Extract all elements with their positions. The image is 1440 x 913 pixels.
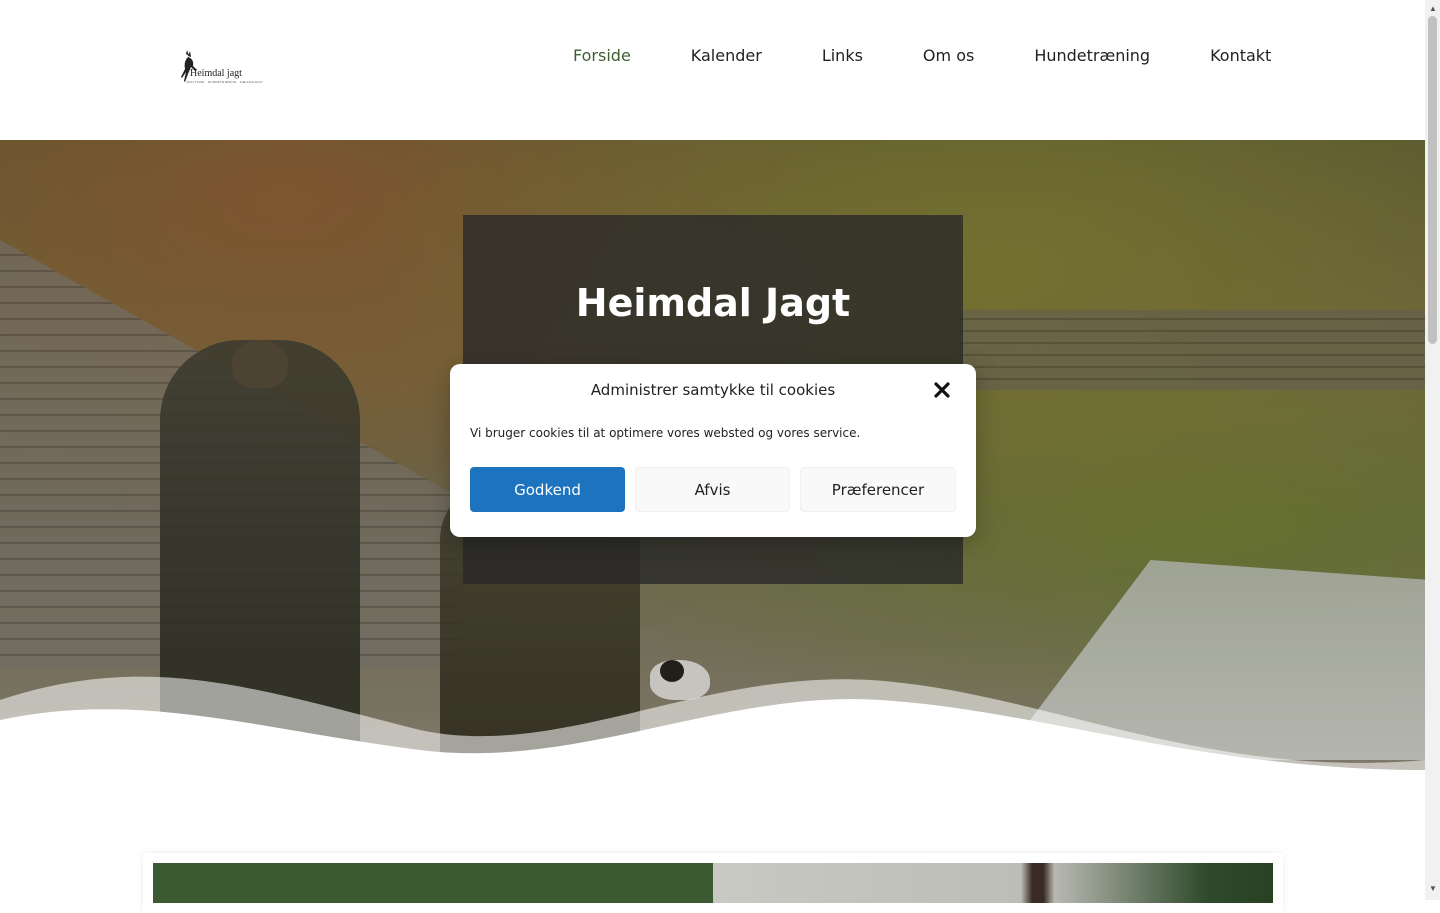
hero-wave-divider (0, 676, 1425, 780)
nav-item-om-os[interactable]: Om os (923, 46, 974, 65)
preferences-button[interactable]: Præferencer (800, 467, 956, 512)
nav-item-kalender[interactable]: Kalender (691, 46, 762, 65)
cookie-consent-modal: Administrer samtykke til cookies Vi brug… (450, 364, 976, 537)
cookie-modal-text: Vi bruger cookies til at optimere vores … (470, 426, 861, 440)
site-logo[interactable]: Heimdal jagt JAGTTURE · HUNDETRÆNING · F… (178, 48, 263, 88)
content-card-green-panel (153, 863, 713, 903)
accept-button[interactable]: Godkend (470, 467, 625, 512)
nav-item-forside[interactable]: Forside (573, 46, 631, 65)
nav-item-links[interactable]: Links (822, 46, 863, 65)
content-card-image (713, 863, 1273, 903)
site-header: Heimdal jagt JAGTTURE · HUNDETRÆNING · F… (0, 0, 1425, 140)
scrollbar-thumb[interactable] (1428, 16, 1437, 344)
hero-title: Heimdal Jagt (575, 281, 851, 325)
close-icon[interactable] (932, 380, 952, 400)
page-scrollbar[interactable]: ▲ ▼ (1425, 0, 1440, 900)
logo-tagline: JAGTTURE · HUNDETRÆNING · FÆLLESJAGT (186, 80, 263, 84)
main-nav: Forside Kalender Links Om os Hundetrænin… (573, 46, 1271, 65)
scroll-up-icon[interactable]: ▲ (1429, 4, 1437, 13)
logo-name: Heimdal jagt (190, 68, 242, 79)
scroll-down-icon[interactable]: ▼ (1429, 884, 1437, 893)
nav-item-kontakt[interactable]: Kontakt (1210, 46, 1271, 65)
cookie-modal-title: Administrer samtykke til cookies (590, 381, 836, 399)
nav-item-hundetraening[interactable]: Hundetræning (1034, 46, 1150, 65)
deny-button[interactable]: Afvis (635, 467, 790, 512)
